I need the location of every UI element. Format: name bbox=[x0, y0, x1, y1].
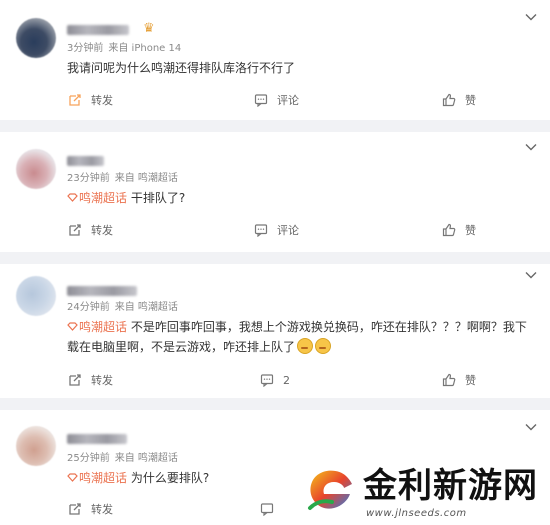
topic-label: 鸣潮超话 bbox=[79, 471, 128, 485]
comment-meta: 25分钟前 来自 鸣潮超话 bbox=[67, 453, 183, 465]
super-topic-icon bbox=[67, 473, 78, 482]
thumbs-up-icon bbox=[442, 373, 456, 387]
username[interactable] bbox=[67, 434, 127, 444]
chevron-down-icon[interactable] bbox=[525, 13, 537, 21]
topic-label: 鸣潮超话 bbox=[79, 320, 128, 334]
comment-actions: 转发 评论 赞 bbox=[0, 220, 550, 240]
repost-button[interactable]: 转发 bbox=[68, 499, 113, 519]
topic-link[interactable]: 鸣潮超话 bbox=[67, 471, 127, 485]
chevron-down-icon[interactable] bbox=[525, 271, 537, 279]
comment-label: 评论 bbox=[277, 224, 299, 237]
chevron-down-icon[interactable] bbox=[525, 423, 537, 431]
comment-source: 来自 鸣潮超话 bbox=[114, 453, 178, 464]
comment-button[interactable] bbox=[260, 499, 283, 519]
repost-label: 转发 bbox=[91, 503, 113, 516]
comment-meta: 3分钟前 来自 iPhone 14 bbox=[67, 43, 186, 55]
watermark-url: www.jlnseeds.com bbox=[366, 508, 467, 519]
comment-text: 我请问呢为什么鸣潮还得排队库洛行不行了 bbox=[67, 58, 295, 78]
comment-meta: 24分钟前 来自 鸣潮超话 bbox=[67, 302, 183, 314]
repost-label: 转发 bbox=[91, 374, 113, 387]
thumbs-up-icon bbox=[442, 223, 456, 237]
comment-card: ♛ 3分钟前 来自 iPhone 14 我请问呢为什么鸣潮还得排队库洛行不行了 转… bbox=[0, 0, 550, 120]
watermark-title: 金利新游网 bbox=[363, 466, 538, 506]
comment-icon bbox=[254, 94, 268, 107]
comment-actions: 转发 2 赞 bbox=[0, 370, 550, 390]
like-button[interactable]: 赞 bbox=[442, 370, 476, 390]
comment-meta: 23分钟前 来自 鸣潮超话 bbox=[67, 173, 183, 185]
repost-button[interactable]: 转发 bbox=[68, 370, 113, 390]
chevron-down-icon[interactable] bbox=[525, 143, 537, 151]
comment-source: 来自 鸣潮超话 bbox=[114, 302, 178, 313]
like-label: 赞 bbox=[465, 224, 476, 237]
comment-source: 来自 鸣潮超话 bbox=[114, 173, 178, 184]
comment-label: 评论 bbox=[277, 94, 299, 107]
super-topic-icon bbox=[67, 193, 78, 202]
repost-label: 转发 bbox=[91, 94, 113, 107]
comment-body: 为什么要排队? bbox=[127, 471, 210, 485]
like-button[interactable]: 赞 bbox=[442, 90, 476, 110]
comment-count: 2 bbox=[283, 373, 290, 387]
divider bbox=[0, 398, 550, 410]
emoji-icon bbox=[297, 338, 314, 354]
repost-icon bbox=[69, 374, 81, 386]
crown-badge-icon: ♛ bbox=[143, 21, 155, 36]
comment-button[interactable]: 评论 bbox=[254, 220, 299, 240]
comment-button[interactable]: 2 bbox=[260, 370, 290, 390]
comment-source: 来自 iPhone 14 bbox=[108, 43, 182, 54]
comment-card: 24分钟前 来自 鸣潮超话 鸣潮超话 不是咋回事咋回事，我想上个游戏换兑换码，咋还… bbox=[0, 264, 550, 398]
username[interactable] bbox=[67, 156, 104, 166]
watermark-logo-icon bbox=[308, 470, 352, 510]
repost-icon bbox=[69, 94, 81, 106]
comment-time: 24分钟前 bbox=[67, 302, 110, 313]
comment-time: 25分钟前 bbox=[67, 453, 110, 464]
comment-text: 鸣潮超话 不是咋回事咋回事，我想上个游戏换兑换码，咋还在排队？？？啊啊？我下 载… bbox=[67, 317, 537, 357]
comment-time: 3分钟前 bbox=[67, 43, 104, 54]
comment-card: 23分钟前 来自 鸣潮超话 鸣潮超话 干排队了? 转发 评论 赞 bbox=[0, 132, 550, 252]
comment-icon bbox=[260, 374, 274, 387]
comment-text: 鸣潮超话 为什么要排队? bbox=[67, 468, 209, 488]
comment-button[interactable]: 评论 bbox=[254, 90, 299, 110]
avatar[interactable] bbox=[16, 276, 56, 316]
comment-time: 23分钟前 bbox=[67, 173, 110, 184]
topic-link[interactable]: 鸣潮超话 bbox=[67, 320, 127, 334]
topic-link[interactable]: 鸣潮超话 bbox=[67, 191, 127, 205]
topic-label: 鸣潮超话 bbox=[79, 191, 128, 205]
divider bbox=[0, 252, 550, 264]
comment-icon bbox=[254, 224, 268, 237]
comment-line-1: 鸣潮超话 不是咋回事咋回事，我想上个游戏换兑换码，咋还在排队？？？啊啊？我下 bbox=[67, 317, 537, 337]
comment-text: 鸣潮超话 干排队了? bbox=[67, 188, 185, 208]
repost-label: 转发 bbox=[91, 224, 113, 237]
comment-icon bbox=[260, 503, 274, 516]
super-topic-icon bbox=[67, 322, 78, 331]
repost-icon bbox=[69, 224, 81, 236]
comment-actions: 转发 评论 赞 bbox=[0, 90, 550, 110]
repost-icon bbox=[69, 503, 81, 515]
username[interactable] bbox=[67, 286, 137, 296]
divider bbox=[0, 120, 550, 132]
username[interactable] bbox=[67, 25, 129, 35]
comment-body: 干排队了? bbox=[127, 191, 186, 205]
like-label: 赞 bbox=[465, 374, 476, 387]
comment-body-continued: 载在电脑里啊，不是云游戏，咋还排上队了 bbox=[67, 340, 296, 354]
thumbs-up-icon bbox=[442, 93, 456, 107]
comment-line-2: 载在电脑里啊，不是云游戏，咋还排上队了 bbox=[67, 337, 537, 357]
comment-body: 不是咋回事咋回事，我想上个游戏换兑换码，咋还在排队？？？啊啊？我下 bbox=[127, 320, 527, 334]
avatar[interactable] bbox=[16, 18, 56, 58]
emoji-icon bbox=[315, 338, 332, 354]
like-label: 赞 bbox=[465, 94, 476, 107]
repost-button[interactable]: 转发 bbox=[68, 90, 113, 110]
avatar[interactable] bbox=[16, 149, 56, 189]
like-button[interactable]: 赞 bbox=[442, 220, 476, 240]
repost-button[interactable]: 转发 bbox=[68, 220, 113, 240]
comment-body: 我请问呢为什么鸣潮还得排队库洛行不行了 bbox=[67, 61, 296, 75]
comment-feed: ♛ 3分钟前 来自 iPhone 14 我请问呢为什么鸣潮还得排队库洛行不行了 转… bbox=[0, 0, 550, 525]
avatar[interactable] bbox=[16, 426, 56, 466]
